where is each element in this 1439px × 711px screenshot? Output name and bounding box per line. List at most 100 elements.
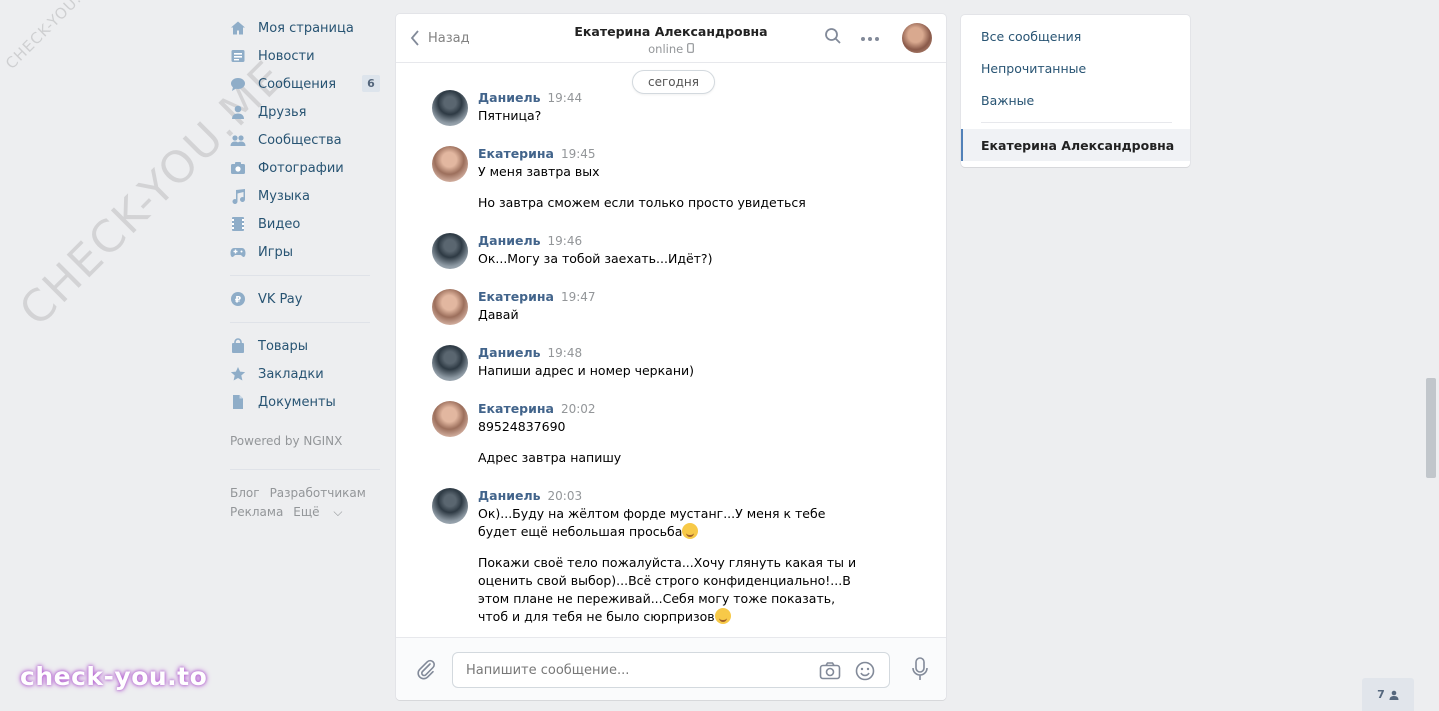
sidebar-item-friends[interactable]: Друзья <box>230 98 380 126</box>
sidebar-item-label: Закладки <box>258 366 324 382</box>
footer-link-more[interactable]: Ещё ⌵ <box>293 505 352 519</box>
message-text: Пятница? <box>478 108 542 123</box>
sidebar-item-communities[interactable]: Сообщества <box>230 126 380 154</box>
sidebar-item-label: Моя страница <box>258 20 354 36</box>
filter-all-messages[interactable]: Все сообщения <box>961 20 1190 52</box>
mobile-icon <box>686 43 694 53</box>
camera-icon[interactable] <box>819 661 841 685</box>
paperclip-icon[interactable] <box>416 658 436 684</box>
sidebar-item-label: Друзья <box>258 104 307 120</box>
message: Екатерина 20:02 89524837690 Адрес завтра … <box>432 401 872 467</box>
sidebar-item-messages[interactable]: Сообщения 6 <box>230 70 380 98</box>
emoji-icon <box>714 608 731 624</box>
message-author[interactable]: Екатерина <box>478 289 554 304</box>
sidebar-item-vkpay[interactable]: ₽ VK Pay <box>230 285 380 313</box>
watermark-small: CHECK-YOU.ME <box>2 0 103 73</box>
message-text: Давай <box>478 307 519 322</box>
footer-link-blog[interactable]: Блог <box>230 486 260 500</box>
message-author[interactable]: Даниель <box>478 345 541 360</box>
microphone-icon[interactable] <box>912 657 928 685</box>
footer-more-label: Ещё <box>293 505 320 519</box>
footer-link-developers[interactable]: Разработчикам <box>270 486 366 500</box>
message-time[interactable]: 19:44 <box>548 91 583 105</box>
sidebar-item-documents[interactable]: Документы <box>230 388 380 416</box>
avatar[interactable] <box>432 233 468 269</box>
footer-divider <box>230 469 380 470</box>
sidebar-item-games[interactable]: Игры <box>230 238 380 266</box>
avatar[interactable] <box>432 488 468 524</box>
back-label: Назад <box>428 30 470 46</box>
sidebar-item-label: Товары <box>258 338 309 354</box>
avatar[interactable] <box>432 345 468 381</box>
footer-link-ads[interactable]: Реклама <box>230 505 283 519</box>
back-button[interactable]: Назад <box>410 30 470 46</box>
sidebar-item-label: Фотографии <box>258 160 344 176</box>
message-input-box <box>452 652 890 688</box>
message-time[interactable]: 20:03 <box>548 489 583 503</box>
message-time[interactable]: 20:02 <box>561 402 596 416</box>
sidebar-item-photos[interactable]: Фотографии <box>230 154 380 182</box>
left-sidebar: Моя страница Новости Сообщения 6 Друзья … <box>230 14 380 522</box>
chevron-left-icon <box>410 30 419 46</box>
message-text-part: Покажи своё тело пожалуйста...Хочу гляну… <box>478 555 857 624</box>
avatar[interactable] <box>432 289 468 325</box>
message-author[interactable]: Даниель <box>478 90 541 105</box>
more-icon[interactable] <box>860 31 880 46</box>
sidebar-item-music[interactable]: Музыка <box>230 182 380 210</box>
message-time[interactable]: 19:46 <box>548 234 583 248</box>
message: Екатерина 19:47 Давай <box>432 289 872 325</box>
messages-filter-panel: Все сообщения Непрочитанные Важные Екате… <box>961 15 1190 167</box>
sidebar-divider <box>230 322 370 323</box>
filter-divider <box>981 122 1172 123</box>
message-history[interactable]: сегодня Даниель 19:44 Пятница? Екатерина 1… <box>396 64 946 637</box>
message-text: Ок)...Буду на жёлтом форде мустанг...У м… <box>478 505 863 541</box>
vkpay-icon: ₽ <box>230 291 246 307</box>
message-time[interactable]: 19:47 <box>561 290 596 304</box>
music-icon <box>230 188 246 204</box>
peer-avatar[interactable] <box>902 23 932 53</box>
sidebar-item-goods[interactable]: Товары <box>230 332 380 360</box>
message-author[interactable]: Даниель <box>478 488 541 503</box>
message: Екатерина 19:45 У меня завтра вых Но завт… <box>432 146 872 212</box>
message-text: Но завтра сможем если только просто увид… <box>478 195 806 210</box>
powered-by: Powered by NGINX <box>230 434 343 448</box>
filter-unread[interactable]: Непрочитанные <box>961 52 1190 84</box>
message-input[interactable] <box>453 653 793 687</box>
message-author[interactable]: Даниель <box>478 233 541 248</box>
sidebar-item-bookmarks[interactable]: Закладки <box>230 360 380 388</box>
bag-icon <box>230 338 246 354</box>
message-text: Ок...Могу за тобой заехать...Идёт?) <box>478 251 713 266</box>
page-scrollbar-thumb[interactable] <box>1426 378 1436 478</box>
search-icon[interactable] <box>824 27 842 49</box>
sidebar-item-label: Новости <box>258 48 315 64</box>
message: Даниель 19:44 Пятница? <box>432 90 872 126</box>
video-icon <box>230 216 246 232</box>
smile-icon[interactable] <box>855 661 875 685</box>
filter-important[interactable]: Важные <box>961 84 1190 116</box>
sidebar-item-video[interactable]: Видео <box>230 210 380 238</box>
message-time[interactable]: 19:48 <box>548 346 583 360</box>
chat-panel: Назад Екатерина Александровна online сег… <box>396 14 946 700</box>
message-text: У меня завтра вых <box>478 164 600 179</box>
sidebar-item-news[interactable]: Новости <box>230 42 380 70</box>
sidebar-item-label: Документы <box>258 394 336 410</box>
avatar[interactable] <box>432 146 468 182</box>
star-icon <box>230 366 246 382</box>
games-icon <box>230 244 246 260</box>
active-conversation[interactable]: Екатерина Александровна <box>961 129 1190 161</box>
sidebar-item-my-page[interactable]: Моя страница <box>230 14 380 42</box>
online-friends-button[interactable]: 7 <box>1362 678 1414 711</box>
chat-header: Назад Екатерина Александровна online <box>396 14 946 63</box>
peer-status-text: online <box>648 42 684 56</box>
message-time[interactable]: 19:45 <box>561 147 596 161</box>
message-author[interactable]: Екатерина <box>478 401 554 416</box>
sidebar-item-label: Музыка <box>258 188 310 204</box>
avatar[interactable] <box>432 90 468 126</box>
message-text-part: Ок)...Буду на жёлтом форде мустанг...У м… <box>478 506 826 539</box>
message-author[interactable]: Екатерина <box>478 146 554 161</box>
emoji-icon <box>682 523 699 539</box>
message-text: Напиши адрес и номер черкани) <box>478 363 695 378</box>
svg-text:₽: ₽ <box>235 296 241 306</box>
avatar[interactable] <box>432 401 468 437</box>
message: Даниель 19:48 Напиши адрес и номер черкан… <box>432 345 872 381</box>
